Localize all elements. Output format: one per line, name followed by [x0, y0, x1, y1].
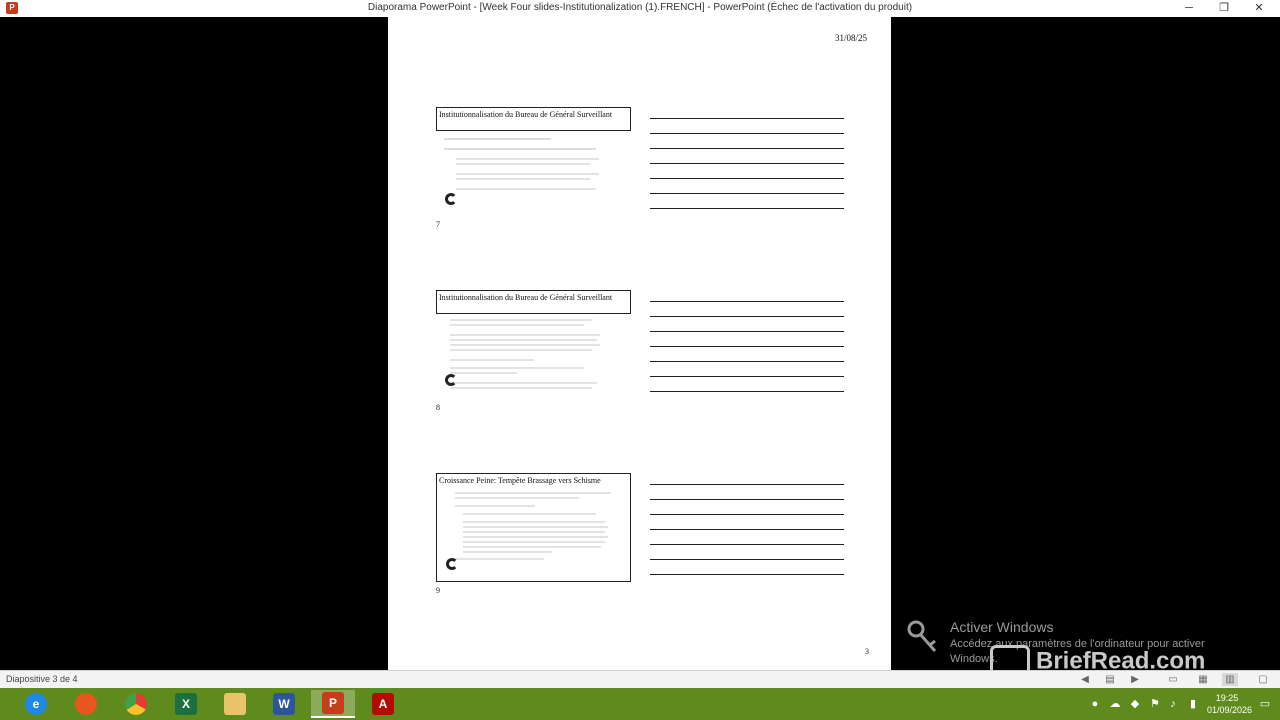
- volume-icon[interactable]: ♪: [1166, 697, 1180, 711]
- status-bar: Diapositive 3 de 4 ◀ ▤ ▶ ▭ ▦ ▥ ▢: [0, 670, 1280, 688]
- key-icon: [907, 620, 937, 652]
- slide-number: 7: [436, 220, 440, 229]
- word-icon: W: [273, 693, 295, 715]
- system-clock[interactable]: 19:25 01/09/2026: [1207, 692, 1253, 716]
- handout-page: 31/08/25 Institutionnalisation du Bureau…: [388, 17, 891, 670]
- app-tray-icon[interactable]: ●: [1088, 697, 1102, 711]
- loading-icon: [445, 374, 457, 386]
- taskbar-internet-explorer[interactable]: e: [14, 690, 58, 718]
- page-number: 3: [865, 647, 869, 656]
- slide-body: [436, 314, 631, 396]
- page-date: 31/08/25: [835, 33, 868, 43]
- slide-counter: Diapositive 3 de 4: [6, 674, 78, 684]
- slide-number: 9: [436, 586, 440, 595]
- loading-icon: [445, 193, 457, 205]
- slide-number: 8: [436, 403, 440, 412]
- excel-icon: X: [175, 693, 197, 715]
- restore-button[interactable]: ❐: [1207, 0, 1241, 17]
- taskbar-file-explorer[interactable]: [213, 690, 257, 718]
- internet-explorer-icon: e: [25, 693, 47, 715]
- notes-lines: [650, 118, 844, 223]
- taskbar-powerpoint[interactable]: P: [311, 690, 355, 718]
- taskbar-firefox[interactable]: [64, 690, 108, 718]
- taskbar-chrome[interactable]: [114, 690, 158, 718]
- notes-lines: [650, 484, 844, 589]
- action-center-icon[interactable]: ▭: [1258, 697, 1272, 711]
- loading-icon: [446, 558, 458, 570]
- slideshow-stage[interactable]: 31/08/25 Institutionnalisation du Bureau…: [0, 17, 1280, 679]
- close-button[interactable]: ✕: [1242, 0, 1276, 17]
- slide-title: Institutionnalisation du Bureau de Génér…: [439, 110, 613, 119]
- network-icon[interactable]: ▮: [1186, 697, 1200, 711]
- slide-thumbnail: Institutionnalisation du Bureau de Génér…: [436, 107, 631, 131]
- reading-view-button[interactable]: ▥: [1222, 673, 1238, 686]
- notes-lines: [650, 301, 844, 406]
- window-title: Diaporama PowerPoint - [Week Four slides…: [367, 2, 913, 13]
- slide-title: Croissance Peine: Tempête Brassage vers …: [439, 476, 601, 485]
- slide-menu-button[interactable]: ▤: [1102, 673, 1118, 686]
- slide-title: Institutionnalisation du Bureau de Génér…: [439, 293, 613, 302]
- previous-slide-button[interactable]: ◀: [1077, 673, 1093, 686]
- clock-date: 01/09/2026: [1207, 705, 1253, 715]
- cloud-icon[interactable]: ☁: [1108, 697, 1122, 711]
- title-bar: P Diaporama PowerPoint - [Week Four slid…: [0, 0, 1280, 17]
- normal-view-button[interactable]: ▭: [1165, 673, 1181, 686]
- slide-thumbnail: Croissance Peine: Tempête Brassage vers …: [436, 473, 631, 582]
- chrome-icon: [125, 693, 147, 715]
- next-slide-button[interactable]: ▶: [1127, 673, 1143, 686]
- taskbar: e X W P A ● ☁ ◆ ⚑ ♪ ▮ 19:25 01/09/2026 ▭: [0, 688, 1280, 720]
- notification-flag-icon[interactable]: ⚑: [1148, 697, 1162, 711]
- activate-title: Activer Windows: [950, 619, 1054, 635]
- firefox-icon: [75, 693, 97, 715]
- minimize-button[interactable]: ─: [1172, 0, 1206, 17]
- slide-thumbnail: Institutionnalisation du Bureau de Génér…: [436, 290, 631, 314]
- powerpoint-icon: P: [322, 692, 344, 714]
- slide-body: [436, 131, 631, 211]
- taskbar-word[interactable]: W: [262, 690, 306, 718]
- taskbar-excel[interactable]: X: [164, 690, 208, 718]
- slideshow-view-button[interactable]: ▢: [1255, 673, 1271, 686]
- taskbar-acrobat[interactable]: A: [361, 690, 405, 718]
- folder-icon: [224, 693, 246, 715]
- slide-sorter-button[interactable]: ▦: [1195, 673, 1211, 686]
- security-icon[interactable]: ◆: [1128, 697, 1142, 711]
- clock-time: 19:25: [1215, 693, 1239, 703]
- acrobat-icon: A: [372, 693, 394, 715]
